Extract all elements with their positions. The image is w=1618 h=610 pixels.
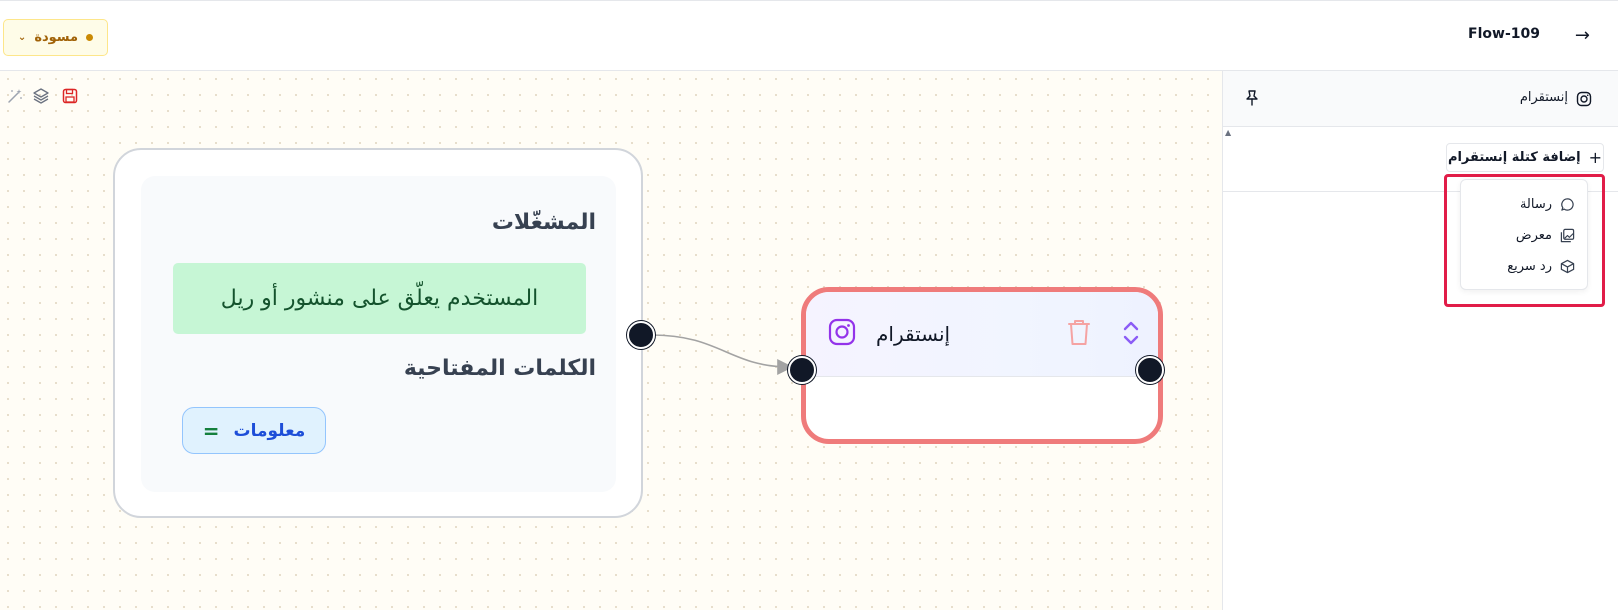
- block-type-menu: رسالة معرض رد سريع: [1460, 179, 1588, 290]
- menu-item-gallery[interactable]: معرض: [1471, 223, 1575, 247]
- add-block-label: إضافة كتلة إنستقرام: [1447, 150, 1581, 165]
- trash-icon[interactable]: [1066, 317, 1092, 347]
- pin-icon[interactable]: [1243, 89, 1261, 107]
- instagram-node-header: إنستقرام: [806, 292, 1158, 377]
- app-frame: مسودة ⌄ Flow-109 → المشغّلات المستخدم يع…: [0, 0, 1618, 610]
- instagram-node[interactable]: إنستقرام: [801, 287, 1163, 444]
- menu-item-label: رد سريع: [1507, 258, 1552, 274]
- instagram-icon: [1576, 91, 1592, 107]
- menu-item-message[interactable]: رسالة: [1471, 192, 1575, 216]
- trigger-output-handle[interactable]: [627, 321, 655, 349]
- flow-title: Flow-109: [1468, 26, 1540, 42]
- save-icon[interactable]: [61, 87, 79, 105]
- menu-item-label: رسالة: [1519, 196, 1552, 212]
- add-instagram-block-button[interactable]: + إضافة كتلة إنستقرام: [1446, 143, 1604, 172]
- flow-canvas[interactable]: المشغّلات المستخدم يعلّق على منشور أو ري…: [0, 71, 1222, 610]
- box-icon: [1560, 259, 1575, 273]
- chevron-up-down-icon[interactable]: [1120, 319, 1142, 347]
- chevron-down-icon: ⌄: [17, 32, 27, 43]
- menu-item-label: معرض: [1515, 227, 1552, 243]
- layers-icon[interactable]: [32, 87, 50, 105]
- side-panel: إنستقرام ▲ + إضافة كتلة إنستقرام رسالة م…: [1222, 71, 1618, 610]
- trigger-item[interactable]: المستخدم يعلّق على منشور أو ريل: [173, 263, 586, 334]
- message-circle-icon: [1561, 197, 1574, 211]
- panel-header: إنستقرام: [1223, 71, 1618, 127]
- keywords-heading: الكلمات المفتاحية: [403, 356, 596, 381]
- magic-wand-icon[interactable]: [6, 87, 24, 105]
- status-dot: [86, 34, 94, 41]
- instagram-node-title: إنستقرام: [876, 322, 951, 346]
- plus-icon: +: [1588, 148, 1603, 167]
- keyword-label: معلومات: [233, 420, 306, 441]
- trigger-card-body: المشغّلات المستخدم يعلّق على منشور أو ري…: [141, 176, 616, 492]
- menu-item-quick-reply[interactable]: رد سريع: [1471, 254, 1575, 278]
- trigger-card[interactable]: المشغّلات المستخدم يعلّق على منشور أو ري…: [113, 148, 643, 518]
- panel-title: إنستقرام: [1519, 90, 1568, 105]
- top-header: مسودة ⌄ Flow-109 →: [0, 0, 1618, 71]
- status-dropdown[interactable]: مسودة ⌄: [3, 19, 108, 56]
- instagram-output-handle[interactable]: [1136, 356, 1164, 384]
- instagram-input-handle[interactable]: [788, 356, 816, 384]
- equals-icon: =: [202, 418, 220, 443]
- instagram-icon: [828, 318, 856, 346]
- gallery-icon: [1560, 228, 1575, 242]
- status-label: مسودة: [34, 30, 79, 45]
- scroll-up-arrow[interactable]: ▲: [1225, 128, 1231, 137]
- triggers-heading: المشغّلات: [491, 210, 596, 235]
- keyword-chip[interactable]: معلومات =: [182, 407, 326, 454]
- arrow-right-icon[interactable]: →: [1575, 25, 1590, 46]
